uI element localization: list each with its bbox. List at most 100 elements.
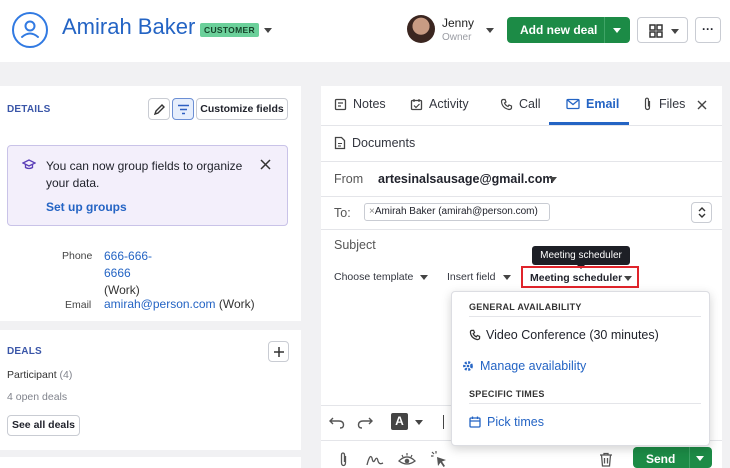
specific-times-heading: SPECIFIC TIMES [469,389,545,399]
owner-role: Owner [442,32,472,43]
tab-label: Notes [353,97,386,111]
calendar-icon [469,416,481,428]
link-tracking-cursor-icon[interactable] [430,450,448,468]
from-address[interactable]: artesinalsausage@gmail.com [378,172,553,186]
filter-button[interactable] [172,98,194,120]
recipients-toggle-button[interactable] [691,202,712,223]
plus-icon [274,347,284,357]
tab-label: Documents [352,136,416,150]
meeting-scheduler-tooltip: Meeting scheduler [532,246,630,265]
owner-avatar[interactable] [407,15,435,43]
add-deal-button[interactable] [268,341,289,362]
documents-divider [321,161,722,162]
menu-item-manage-availability[interactable]: Manage availability [462,359,586,373]
open-deals-text: 4 open deals [7,391,68,403]
recipient-chip[interactable]: ×Amirah Baker (amirah@person.com) [364,203,550,221]
person-menu-chevron-icon[interactable] [264,28,272,33]
paperclip-icon [644,97,651,111]
tab-files[interactable]: Files [642,97,685,111]
subject-input[interactable]: Subject [334,238,376,252]
insert-field-button[interactable]: Insert field [447,271,495,283]
editor-toolbar-divider [321,405,451,406]
general-availability-heading: GENERAL AVAILABILITY [469,302,582,312]
more-button[interactable]: ··· [695,17,721,43]
send-chevron-down-icon[interactable] [696,456,704,461]
graduation-cap-icon [22,159,36,170]
meeting-scheduler-button[interactable]: Meeting scheduler [521,266,639,288]
template-chevron-down-icon[interactable] [420,275,428,280]
group-fields-notice: You can now group fields to organize you… [7,145,288,226]
email-type: (Work) [218,297,255,311]
insert-field-chevron-down-icon[interactable] [503,275,511,280]
pencil-icon [153,104,165,116]
send-divider [689,447,690,468]
phone-field: 666-666-6666 (Work) [104,248,164,299]
choose-template-button[interactable]: Choose template [334,271,413,283]
signature-icon[interactable] [366,452,384,467]
phone-icon [500,98,513,110]
view-switcher-button[interactable] [637,17,688,43]
send-button[interactable]: Send [633,447,712,468]
participant-count: (4) [59,369,73,381]
email-value[interactable]: amirah@person.com [104,297,216,311]
tracking-eye-icon[interactable] [398,452,416,467]
button-divider [604,17,605,43]
grid-icon [649,24,663,38]
edit-button[interactable] [148,98,170,120]
phone-type: (Work) [104,283,140,297]
trash-icon[interactable] [599,452,613,467]
notice-text: You can now group fields to organize you… [46,159,243,190]
menu-item-pick-times[interactable]: Pick times [469,415,544,429]
from-divider [321,196,722,197]
menu-item-label: Video Conference (30 minutes) [486,328,659,342]
tabs-divider [321,125,722,126]
owner-chevron-down-icon[interactable] [486,28,494,33]
setup-groups-link[interactable]: Set up groups [46,200,127,214]
add-deal-chevron-down-icon[interactable] [613,28,621,33]
tab-notes[interactable]: Notes [334,97,386,111]
email-label: Email [65,299,92,311]
tab-label: Files [659,97,686,111]
close-composer-icon[interactable] [697,100,707,110]
undo-icon[interactable] [329,416,345,429]
filter-icon [178,104,189,115]
menu-item-label: Manage availability [480,359,587,373]
attachment-paperclip-icon[interactable] [338,452,349,467]
view-chevron-down-icon [671,29,679,34]
tab-call[interactable]: Call [500,97,541,111]
meeting-scheduler-menu: GENERAL AVAILABILITY Video Conference (3… [451,291,710,446]
text-cursor-icon[interactable] [443,415,444,429]
tab-label: Email [586,97,620,111]
send-label: Send [646,452,676,466]
recipient-chip-label: Amirah Baker (amirah@person.com) [374,206,538,217]
menu-item-label: Pick times [487,415,544,429]
tab-email[interactable]: Email [566,97,619,111]
redo-icon[interactable] [357,416,373,429]
text-format-button[interactable]: A [391,413,408,430]
notes-icon [334,98,347,110]
from-chevron-down-icon[interactable] [549,177,557,182]
menu-item-video-conference[interactable]: Video Conference (30 minutes) [469,328,659,342]
next-panel [0,457,301,468]
tab-documents[interactable]: Documents [334,136,415,150]
tab-activity[interactable]: Activity [410,97,469,111]
format-chevron-down-icon[interactable] [415,420,423,425]
person-icon [12,12,48,48]
customer-badge: CUSTOMER [200,23,259,37]
person-name: Amirah Baker [62,14,196,39]
meeting-scheduler-label: Meeting scheduler [530,272,623,284]
participant-row: Participant (4) [7,369,72,381]
participant-label: Participant [7,369,57,381]
document-icon [334,136,346,150]
email-icon [566,98,580,110]
activity-icon [410,98,423,110]
expand-icon [698,207,706,218]
details-title: DETAILS [7,104,51,115]
menu-divider [469,403,701,404]
phone-value[interactable]: 666-666-6666 [104,249,152,280]
customize-fields-button[interactable]: Customize fields [196,98,288,120]
see-all-deals-button[interactable]: See all deals [7,415,80,436]
add-new-deal-button[interactable]: Add new deal [507,17,630,43]
close-icon[interactable] [260,159,271,170]
phone-label: Phone [62,250,93,262]
